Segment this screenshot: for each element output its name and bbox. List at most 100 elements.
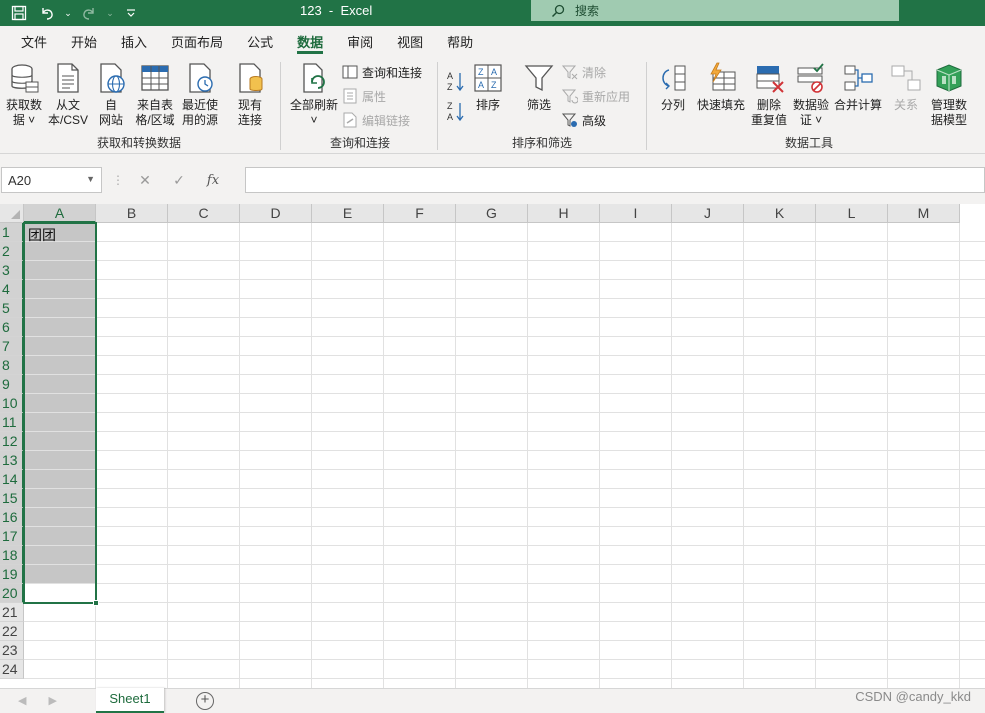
redo-icon[interactable]: [76, 2, 102, 24]
row-header-15[interactable]: 15: [0, 489, 24, 508]
row-header-3[interactable]: 3: [0, 261, 24, 280]
tab-review[interactable]: 审阅: [335, 26, 385, 56]
row-header-4[interactable]: 4: [0, 280, 24, 299]
manage-data-model-button[interactable]: 管理数 据模型: [927, 62, 971, 128]
customize-qat-icon[interactable]: [118, 2, 144, 24]
advanced-filter-icon: [562, 113, 577, 127]
existing-connections-button[interactable]: 现有 连接: [232, 62, 268, 128]
grid-line: [24, 260, 985, 261]
row-header-11[interactable]: 11: [0, 413, 24, 432]
from-text-csv-button[interactable]: 从文 本/CSV: [47, 62, 89, 128]
data-validation-button[interactable]: 数据验 证 ˅: [791, 62, 831, 128]
row-header-16[interactable]: 16: [0, 508, 24, 527]
row-header-6[interactable]: 6: [0, 318, 24, 337]
row-header-7[interactable]: 7: [0, 337, 24, 356]
clear-filter-button[interactable]: 清除: [562, 62, 606, 82]
row-header-12[interactable]: 12: [0, 432, 24, 451]
sort-button[interactable]: ZAAZ 排序: [471, 62, 505, 113]
relationships-button[interactable]: 关系: [888, 62, 924, 113]
tab-home[interactable]: 开始: [59, 26, 109, 56]
row-header-2[interactable]: 2: [0, 242, 24, 261]
sort-descending-button[interactable]: ZA: [446, 100, 466, 122]
remove-duplicates-button[interactable]: 删除 重复值: [750, 62, 788, 128]
insert-function-icon[interactable]: fx: [196, 173, 230, 188]
row-header-14[interactable]: 14: [0, 470, 24, 489]
column-header-a[interactable]: A: [24, 204, 96, 223]
column-header-l[interactable]: L: [816, 204, 888, 223]
queries-connections-button[interactable]: 查询和连接: [342, 62, 422, 82]
row-header-1[interactable]: 1: [0, 223, 24, 242]
from-web-button[interactable]: 自 网站: [94, 62, 128, 128]
undo-icon[interactable]: [34, 2, 60, 24]
column-header-i[interactable]: I: [600, 204, 672, 223]
tab-data[interactable]: 数据: [285, 26, 335, 56]
sort-ascending-button[interactable]: AZ: [446, 70, 466, 92]
row-header-8[interactable]: 8: [0, 356, 24, 375]
grid-line: [24, 393, 985, 394]
row-header-21[interactable]: 21: [0, 603, 24, 622]
column-header-g[interactable]: G: [456, 204, 528, 223]
search-box[interactable]: 搜索: [531, 0, 899, 21]
tab-file[interactable]: 文件: [9, 26, 59, 56]
consolidate-button[interactable]: 合并计算: [832, 62, 884, 113]
undo-dropdown-icon[interactable]: ⌄: [62, 2, 74, 24]
row-header-22[interactable]: 22: [0, 622, 24, 641]
reapply-button[interactable]: 重新应用: [562, 86, 630, 106]
column-header-b[interactable]: B: [96, 204, 168, 223]
grid-line: [24, 640, 985, 641]
advanced-filter-button[interactable]: 高级: [562, 110, 606, 130]
recent-sources-button[interactable]: 最近使 用的源: [179, 62, 221, 128]
cancel-icon[interactable]: ✕: [128, 172, 162, 189]
row-header-23[interactable]: 23: [0, 641, 24, 660]
row-header-10[interactable]: 10: [0, 394, 24, 413]
row-header-20[interactable]: 20: [0, 584, 24, 603]
redo-dropdown-icon[interactable]: ⌄: [104, 2, 116, 24]
enter-icon[interactable]: ✓: [162, 172, 196, 189]
column-header-h[interactable]: H: [528, 204, 600, 223]
sheet-tab[interactable]: Sheet1: [96, 688, 164, 713]
next-sheet-icon[interactable]: ▶: [48, 694, 56, 707]
chevron-down-icon[interactable]: ▼: [86, 174, 95, 184]
tab-page-layout[interactable]: 页面布局: [159, 26, 235, 56]
prev-sheet-icon[interactable]: ◀: [18, 694, 26, 707]
add-sheet-icon[interactable]: +: [196, 692, 214, 710]
column-header-c[interactable]: C: [168, 204, 240, 223]
text-to-columns-button[interactable]: 分列: [656, 62, 690, 113]
get-data-button[interactable]: 获取数 据 ˅: [4, 62, 44, 128]
formula-input[interactable]: [245, 167, 985, 193]
column-header-d[interactable]: D: [240, 204, 312, 223]
save-icon[interactable]: [6, 2, 32, 24]
row-header-13[interactable]: 13: [0, 451, 24, 470]
row-header-18[interactable]: 18: [0, 546, 24, 565]
properties-button[interactable]: 属性: [342, 86, 386, 106]
tab-view[interactable]: 视图: [385, 26, 435, 56]
title-bar: ⌄ ⌄ 123 - Excel 搜索: [0, 0, 985, 26]
queries-connections-label: 查询和连接: [362, 65, 423, 80]
flash-fill-button[interactable]: 快速填充: [695, 62, 747, 113]
cell-a1[interactable]: 团团: [28, 225, 56, 245]
name-box[interactable]: A20 ▼: [1, 167, 102, 193]
row-header-17[interactable]: 17: [0, 527, 24, 546]
refresh-all-label: 全部刷新 ˅: [289, 98, 338, 127]
row-header-5[interactable]: 5: [0, 299, 24, 318]
worksheet-grid[interactable]: A B C D E F G H I J K L M 1 2 3 4 5 6 7 8 9 10 11 12 13 14 15 16 17 18…: [0, 204, 985, 688]
row-header-19[interactable]: 19: [0, 565, 24, 584]
row-header-24[interactable]: 24: [0, 660, 24, 679]
refresh-all-button[interactable]: 全部刷新 ˅: [288, 62, 340, 128]
row-header-9[interactable]: 9: [0, 375, 24, 394]
more-options-icon: ⋮: [112, 173, 124, 187]
column-header-j[interactable]: J: [672, 204, 744, 223]
from-table-button[interactable]: 来自表 格/区域: [133, 62, 177, 128]
grid-line: [671, 223, 672, 688]
fill-handle[interactable]: [93, 600, 99, 606]
tab-formulas[interactable]: 公式: [235, 26, 285, 56]
tab-insert[interactable]: 插入: [109, 26, 159, 56]
column-header-f[interactable]: F: [384, 204, 456, 223]
edit-links-button[interactable]: 编辑链接: [342, 110, 410, 130]
select-all-corner[interactable]: [0, 204, 24, 223]
filter-button[interactable]: 筛选: [522, 62, 556, 113]
column-header-k[interactable]: K: [744, 204, 816, 223]
tab-help[interactable]: 帮助: [435, 26, 485, 56]
column-header-e[interactable]: E: [312, 204, 384, 223]
column-header-m[interactable]: M: [888, 204, 960, 223]
